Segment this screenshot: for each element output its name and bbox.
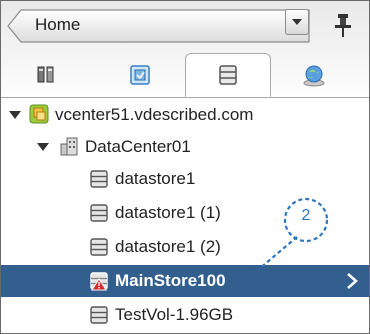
tree-node-datastore-selected[interactable]: MainStore100 [1, 265, 369, 297]
datastore-icon [90, 170, 108, 188]
tree-node-datastore[interactable]: datastore1 [1, 163, 369, 195]
tree-label-datastore: datastore1 (2) [115, 237, 221, 256]
home-label: Home [35, 15, 81, 34]
tab-storage[interactable] [185, 53, 271, 97]
tab-vms-templates[interactable] [97, 53, 183, 97]
datastore-icon [90, 306, 108, 324]
tree-label-datastore: TestVol-1.96GB [115, 305, 234, 324]
expand-caret-icon[interactable] [37, 143, 49, 151]
tree-label-datastore: MainStore100 [115, 271, 226, 290]
chevron-down-icon [292, 19, 302, 25]
tree-label-datastore: datastore1 [115, 169, 196, 188]
annotation-number: 2 [301, 207, 311, 224]
expand-caret-icon[interactable] [9, 111, 21, 119]
datastore-icon [90, 238, 108, 256]
tree-label-vcenter: vcenter51.vdescribed.com [55, 105, 254, 124]
home-breadcrumb[interactable]: Home [7, 9, 311, 43]
tree-node-datacenter[interactable]: DataCenter01 [1, 131, 369, 163]
vms-templates-icon [130, 65, 150, 85]
tree-label-datacenter: DataCenter01 [85, 137, 191, 156]
tree-node-datastore[interactable]: TestVol-1.96GB [1, 299, 369, 331]
tree-label-datastore: datastore1 (1) [115, 203, 221, 222]
pin-icon[interactable] [329, 11, 357, 39]
hosts-clusters-icon [37, 66, 54, 83]
datastore-alert-icon [90, 272, 108, 291]
navigator-panel: Home vcenter51.vdescribed.com DataCenter… [0, 0, 370, 334]
storage-icon [219, 65, 237, 85]
annotation-pointer-line [258, 236, 298, 270]
chevron-right-icon[interactable] [345, 271, 359, 291]
networking-icon [303, 65, 325, 87]
navigator-tabs [1, 53, 369, 98]
vcenter-icon [29, 104, 49, 124]
tree-node-vcenter[interactable]: vcenter51.vdescribed.com [1, 99, 369, 131]
tab-networking[interactable] [271, 53, 357, 97]
datacenter-icon [60, 137, 78, 156]
home-dropdown-button[interactable] [285, 9, 309, 35]
datastore-icon [90, 204, 108, 222]
tab-hosts-clusters[interactable] [3, 53, 89, 97]
